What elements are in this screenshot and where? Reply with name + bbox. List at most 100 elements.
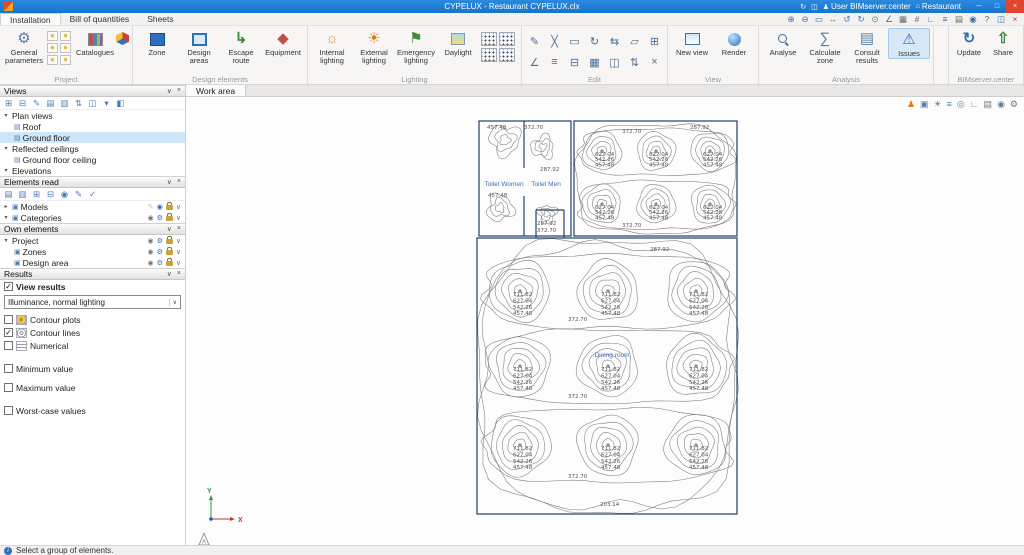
project-button[interactable]: ⌂ Restaurant <box>916 2 961 11</box>
lock-icon[interactable] <box>166 216 173 221</box>
view-options-icon[interactable]: ▾ <box>101 98 112 109</box>
duplicate-view-icon[interactable]: ◫ <box>87 98 98 109</box>
edit-view-icon[interactable]: ✎ <box>31 98 42 109</box>
arrangement-pattern-icon[interactable] <box>481 32 497 46</box>
design-areas-button[interactable]: Design areas <box>178 28 220 66</box>
collapse-panel-icon[interactable]: ∨ <box>167 178 172 186</box>
arrangement-pattern-icon[interactable] <box>481 48 497 62</box>
view-results-checkbox[interactable]: ✓ <box>4 282 13 291</box>
grid-edit-icon[interactable]: ▦ <box>585 52 604 72</box>
close-panel-icon[interactable]: × <box>177 225 181 233</box>
layers-edit-icon[interactable]: ≡ <box>545 52 564 72</box>
orbit-icon[interactable]: ⊙ <box>869 14 881 25</box>
tree-item-project[interactable]: ▾ Project ◉ ⚙ ∨ <box>0 235 185 246</box>
zoom-out-icon[interactable]: ⊖ <box>799 14 811 25</box>
pan-icon[interactable]: ↔ <box>827 14 839 24</box>
luminaire-option-icon[interactable] <box>60 55 71 65</box>
snap-icon[interactable]: # <box>911 14 923 24</box>
edit-pencil-icon[interactable]: ✎ <box>525 31 544 51</box>
ortho-icon[interactable]: ∟ <box>925 14 937 24</box>
collapse-panel-icon[interactable]: ∨ <box>167 225 172 233</box>
print-view-icon[interactable]: ▤ <box>984 99 993 110</box>
edit-icon[interactable]: ✎ <box>148 203 154 211</box>
collapse-panel-icon[interactable]: ∨ <box>167 270 172 278</box>
user-account-button[interactable]: ♟ User BIMserver.center <box>823 2 911 11</box>
luminaire-option-icon[interactable] <box>47 31 58 41</box>
issues-button[interactable]: ⚠ Issues <box>888 28 930 59</box>
chevron-down-icon[interactable]: ▾ <box>2 112 10 119</box>
external-lighting-button[interactable]: ☀ External lighting <box>353 28 395 66</box>
sort-icon[interactable]: ⇅ <box>625 52 644 72</box>
eye-icon[interactable]: ◉ <box>147 214 153 222</box>
chevron-down-icon[interactable]: ∨ <box>176 248 181 256</box>
chevron-down-icon[interactable]: ∨ <box>176 237 181 245</box>
view-columns-icon[interactable]: ◧ <box>115 98 126 109</box>
tree-item-ground-floor[interactable]: ▤ Ground floor <box>0 132 185 143</box>
equipment-button[interactable]: ◆ Equipment <box>262 28 304 57</box>
visibility-globe-icon[interactable]: ◉ <box>157 203 163 211</box>
filter-icon[interactable]: ✓ <box>87 189 98 200</box>
gear-icon[interactable]: ⚙ <box>157 237 163 245</box>
chevron-down-icon[interactable]: ▾ <box>2 237 10 244</box>
eye-icon[interactable]: ◉ <box>147 237 153 245</box>
tree-item-design-area[interactable]: ▣ Design area ◉ ⚙ ∨ <box>0 257 185 268</box>
split-icon[interactable]: ◫ <box>605 52 624 72</box>
bim-model-cube-icon[interactable] <box>116 32 129 45</box>
remove-plan-view-icon[interactable]: ⊟ <box>17 98 28 109</box>
help-icon[interactable]: ? <box>981 14 993 24</box>
arrange-windows-icon[interactable]: ◫ <box>995 14 1007 25</box>
luminaire-option-icon[interactable] <box>47 55 58 65</box>
delete-icon[interactable]: ╳ <box>545 31 564 51</box>
tree-item-plan-views[interactable]: ▾ Plan views <box>0 110 185 121</box>
share-button[interactable]: ⇧ Share <box>986 28 1020 57</box>
reorder-views-icon[interactable]: ⇅ <box>73 98 84 109</box>
move-icon[interactable]: ⇆ <box>605 31 624 51</box>
erase-icon[interactable]: × <box>645 52 664 72</box>
close-view-icon[interactable]: × <box>1009 14 1021 24</box>
grid-icon[interactable]: ▦ <box>897 14 909 25</box>
rectangle-icon[interactable]: ▭ <box>565 31 584 51</box>
consult-results-button[interactable]: ▤ Consult results <box>846 28 888 66</box>
gear-icon[interactable]: ⚙ <box>157 248 163 256</box>
windows-icon[interactable]: ◫ <box>811 3 818 11</box>
lock-icon[interactable] <box>166 239 173 244</box>
minimize-button[interactable]: ─ <box>970 0 988 13</box>
luminaire-option-icon[interactable] <box>60 43 71 53</box>
redraw-icon[interactable]: ↻ <box>855 14 867 25</box>
capture-icon[interactable]: ◉ <box>967 14 979 25</box>
edit-elements-icon[interactable]: ✎ <box>73 189 84 200</box>
new-plan-view-icon[interactable]: ⊞ <box>3 98 14 109</box>
calculate-zone-button[interactable]: ∑ Calculate zone <box>804 28 846 66</box>
rotate-icon[interactable]: ↻ <box>585 31 604 51</box>
chevron-down-icon[interactable]: ▾ <box>2 214 10 221</box>
tree-item-reflected-ceilings[interactable]: ▾ Reflected ceilings <box>0 143 185 154</box>
close-button[interactable]: × <box>1006 0 1024 13</box>
tab-sheets[interactable]: Sheets <box>138 13 182 25</box>
sync-icon[interactable]: ↻ <box>800 3 806 11</box>
print-icon[interactable]: ▤ <box>953 14 965 25</box>
collapse-panel-icon[interactable]: ∨ <box>167 87 172 95</box>
lock-icon[interactable] <box>166 261 173 266</box>
daylight-button[interactable]: Daylight <box>437 28 479 57</box>
chevron-right-icon[interactable]: ▸ <box>2 203 10 210</box>
measure-icon[interactable]: ∠ <box>883 14 895 25</box>
angle-icon[interactable]: ∠ <box>525 52 544 72</box>
general-parameters-button[interactable]: ⚙ General parameters <box>3 28 45 66</box>
minimum-value-checkbox[interactable] <box>4 364 13 373</box>
contour-lines-checkbox[interactable]: ✓ <box>4 328 13 337</box>
luminaire-option-icon[interactable] <box>60 31 71 41</box>
zoom-window-icon[interactable]: ▭ <box>813 14 825 25</box>
chevron-down-icon[interactable]: ∨ <box>176 259 181 267</box>
previous-view-icon[interactable]: ↺ <box>841 14 853 25</box>
arrangement-pattern-icon[interactable] <box>499 32 515 46</box>
gear-icon[interactable]: ⚙ <box>157 214 163 222</box>
worst-case-values-checkbox[interactable] <box>4 406 13 415</box>
layers-icon[interactable]: ≡ <box>947 99 952 110</box>
chevron-down-icon[interactable]: ▾ <box>2 145 10 152</box>
zoom-in-icon[interactable]: ⊕ <box>785 14 797 25</box>
tree-item-elevations[interactable]: ▾ Elevations <box>0 165 185 176</box>
drawing-canvas[interactable]: ♟ ▣ ☀ ≡ ◎ ∟ ▤ ◉ ⚙ 372.70372.70372.70287.… <box>186 97 1024 545</box>
layers-icon[interactable]: ≡ <box>939 14 951 24</box>
luminaire-option-icon[interactable] <box>47 43 58 53</box>
arrangement-pattern-icon[interactable] <box>499 48 515 62</box>
